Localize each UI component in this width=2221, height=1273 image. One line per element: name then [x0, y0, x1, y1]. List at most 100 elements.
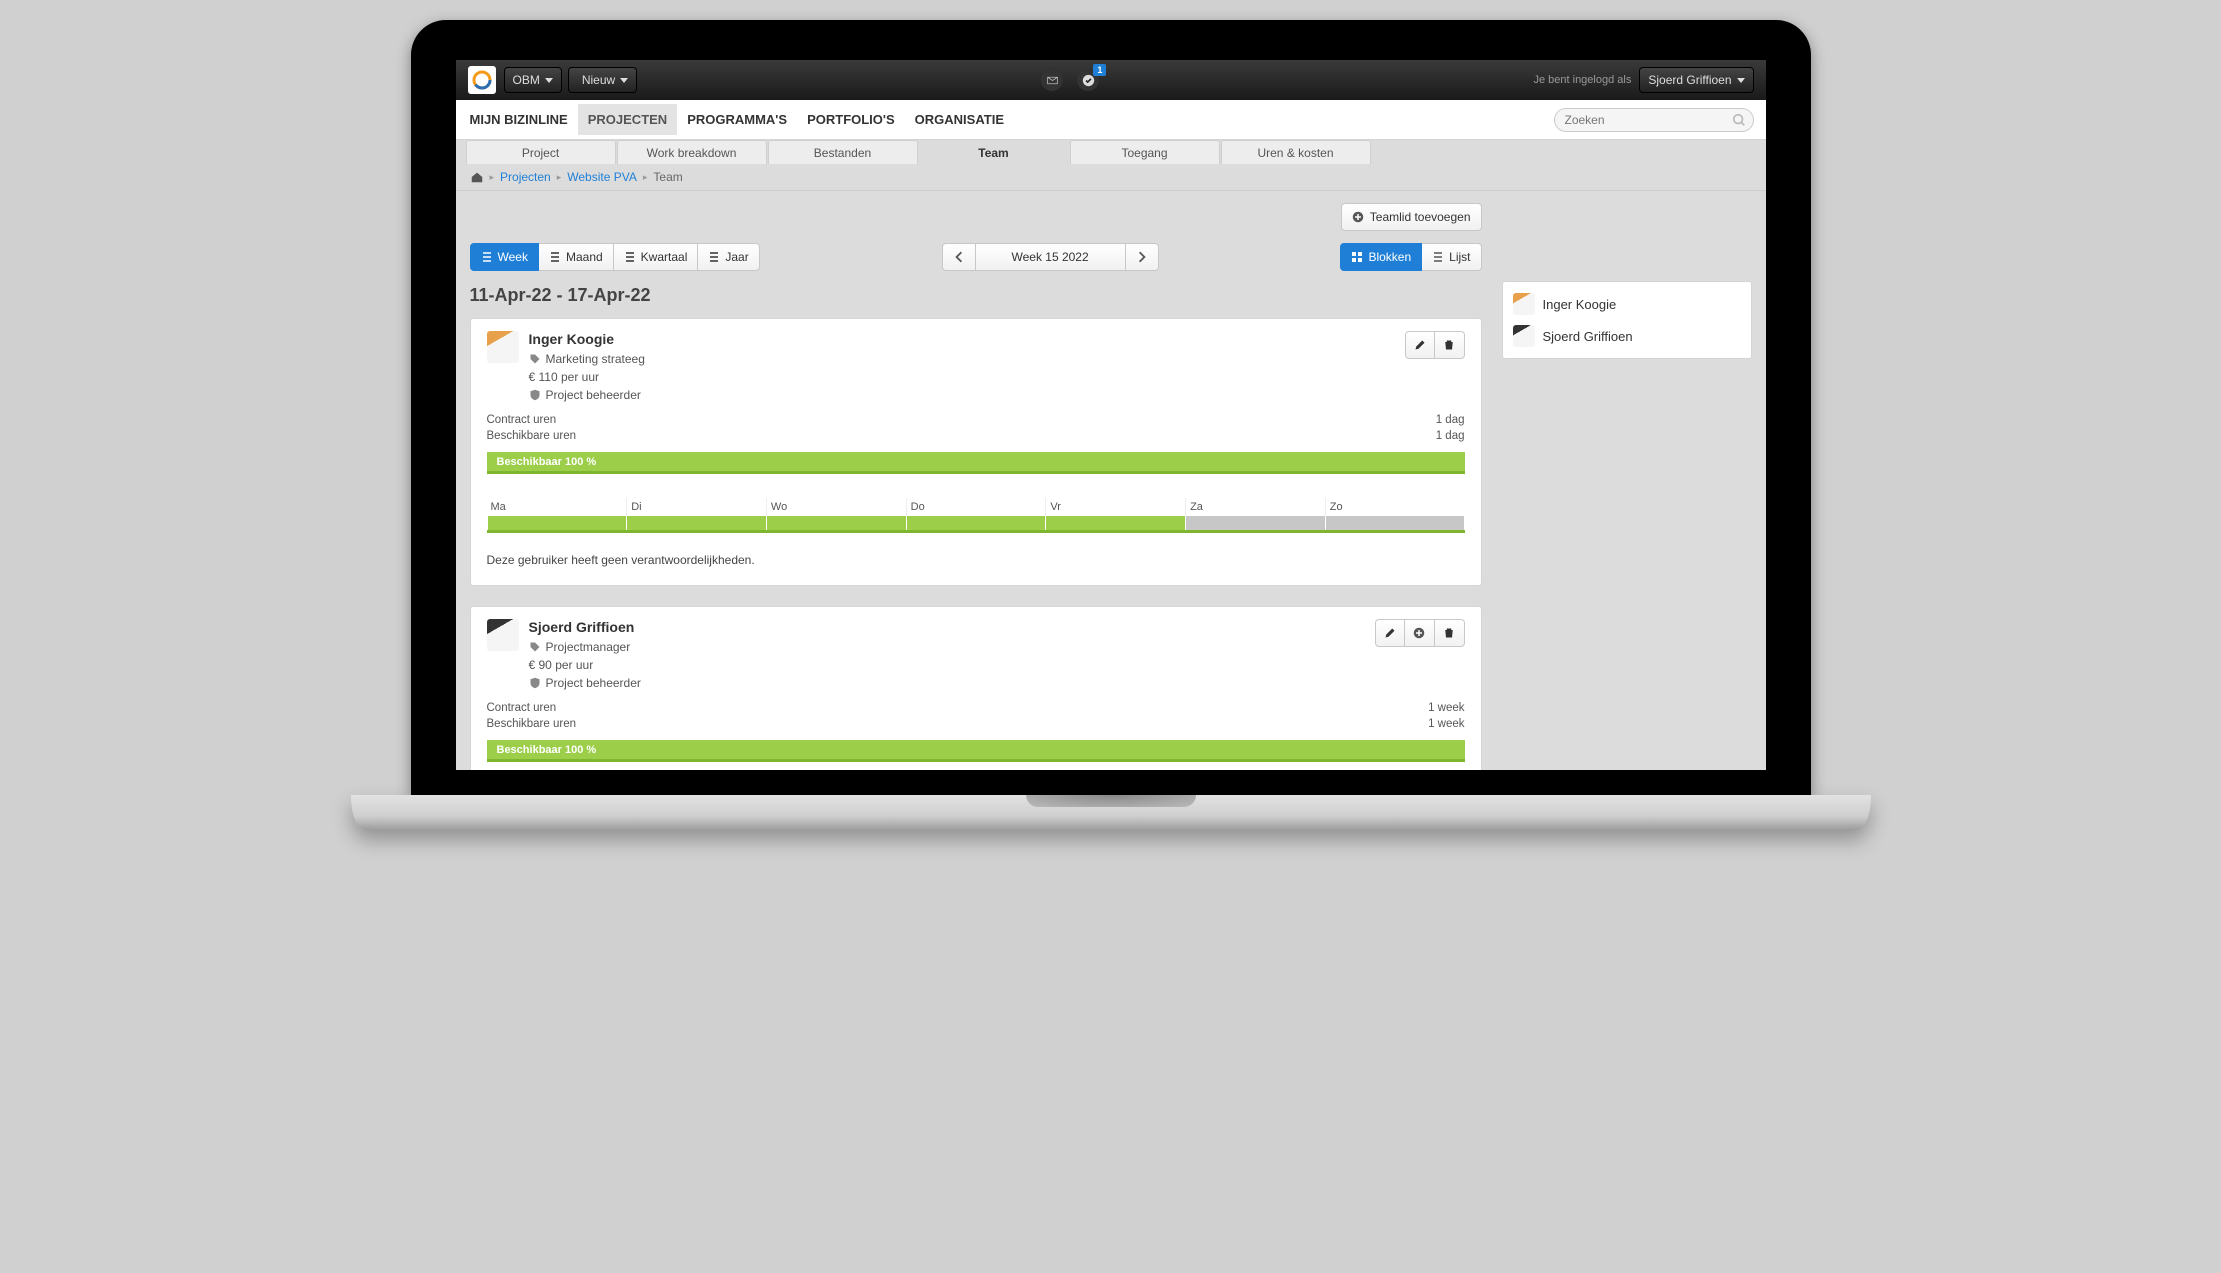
sub-tab[interactable]: Work breakdown	[617, 140, 767, 164]
breadcrumb-link[interactable]: Projecten	[500, 170, 551, 184]
kv-label: Beschikbare uren	[487, 430, 577, 442]
sub-tabs: ProjectWork breakdownBestandenTeamToegan…	[456, 140, 1766, 164]
user-menu[interactable]: Sjoerd Griffioen	[1639, 67, 1753, 93]
card-delete-button[interactable]	[1435, 619, 1465, 647]
member-name: Inger Koogie	[529, 331, 645, 347]
period-label[interactable]: Week 15 2022	[976, 243, 1126, 271]
list-icon	[481, 251, 493, 263]
weekday-availability	[487, 516, 1465, 533]
shield-icon	[529, 389, 541, 401]
view-list-button[interactable]: Lijst	[1422, 243, 1481, 271]
main-nav-item[interactable]: PROJECTEN	[578, 104, 677, 135]
breadcrumb-current: Team	[653, 170, 682, 184]
main-nav-item[interactable]: PROGRAMMA'S	[677, 104, 797, 135]
tasks-button[interactable]: 1	[1077, 69, 1099, 91]
member-badge: Project beheerder	[546, 674, 641, 692]
sub-tab[interactable]: Toegang	[1070, 140, 1220, 164]
side-member-item[interactable]: Inger Koogie	[1513, 288, 1741, 320]
tag-icon	[529, 641, 541, 653]
breadcrumb: ▸ Projecten ▸ Website PVA ▸ Team	[456, 164, 1766, 191]
weekday-header: MaDiWoDoVrZaZo	[487, 498, 1465, 516]
chevron-down-icon	[620, 78, 628, 83]
trash-icon	[1443, 339, 1455, 351]
kv-value: 1 dag	[1436, 414, 1465, 426]
breadcrumb-link[interactable]: Website PVA	[567, 170, 637, 184]
sub-tab[interactable]: Team	[919, 140, 1069, 164]
period-prev-button[interactable]	[942, 243, 976, 271]
pencil-icon	[1414, 339, 1426, 351]
view-toggle: Blokken Lijst	[1340, 243, 1481, 271]
avatar	[487, 331, 519, 363]
chevron-down-icon	[545, 78, 553, 83]
topbar: OBM Nieuw 1 Je bent ingelo	[456, 60, 1766, 100]
new-dropdown[interactable]: Nieuw	[568, 67, 637, 93]
availability-bar: Beschikbaar 100 %	[487, 452, 1465, 474]
avatar	[1513, 325, 1535, 347]
list-icon	[708, 251, 720, 263]
granularity-jaar[interactable]: Jaar	[698, 243, 759, 271]
avatar	[487, 619, 519, 651]
card-edit-button[interactable]	[1375, 619, 1405, 647]
kv-label: Contract uren	[487, 702, 557, 714]
chevron-left-icon	[953, 251, 965, 263]
member-name: Sjoerd Griffioen	[529, 619, 641, 635]
kv-label: Contract uren	[487, 414, 557, 426]
pencil-icon	[1384, 627, 1396, 639]
member-note: Deze gebruiker heeft geen verantwoordeli…	[487, 553, 1465, 567]
kv-value: 1 week	[1428, 702, 1464, 714]
shield-icon	[529, 677, 541, 689]
envelope-icon	[1046, 74, 1059, 87]
side-member-name: Sjoerd Griffioen	[1543, 329, 1633, 344]
member-card: Sjoerd Griffioen Projectmanager € 90 per…	[470, 606, 1482, 770]
sub-tab[interactable]: Bestanden	[768, 140, 918, 164]
sub-tab[interactable]: Uren & kosten	[1221, 140, 1371, 164]
member-card: Inger Koogie Marketing strateeg € 110 pe…	[470, 318, 1482, 586]
avatar	[1513, 293, 1535, 315]
granularity-maand[interactable]: Maand	[539, 243, 614, 271]
kv-value: 1 dag	[1436, 430, 1465, 442]
laptop-frame: OBM Nieuw 1 Je bent ingelo	[411, 20, 1811, 830]
availability-bar: Beschikbaar 100 %	[487, 740, 1465, 762]
list-icon	[549, 251, 561, 263]
member-role: Marketing strateeg	[546, 350, 645, 368]
card-delete-button[interactable]	[1435, 331, 1465, 359]
trash-icon	[1443, 627, 1455, 639]
search-input[interactable]	[1554, 108, 1754, 132]
period-navigator: Week 15 2022	[942, 243, 1159, 271]
add-member-button[interactable]: Teamlid toevoegen	[1341, 203, 1482, 231]
member-rate: € 110 per uur	[529, 368, 600, 386]
member-badge: Project beheerder	[546, 386, 641, 404]
granularity-kwartaal[interactable]: Kwartaal	[614, 243, 699, 271]
card-add-button[interactable]	[1405, 619, 1435, 647]
chevron-right-icon	[1136, 251, 1148, 263]
app-logo[interactable]	[468, 66, 496, 94]
member-side-list: Inger Koogie Sjoerd Griffioen	[1502, 281, 1752, 359]
main-nav-item[interactable]: ORGANISATIE	[905, 104, 1014, 135]
inbox-button[interactable]	[1041, 69, 1063, 91]
login-text: Je bent ingelogd als	[1533, 74, 1631, 86]
member-role: Projectmanager	[546, 638, 631, 656]
logo-icon	[472, 70, 492, 90]
granularity-toggle: WeekMaandKwartaalJaar	[470, 243, 760, 271]
kv-value: 1 week	[1428, 718, 1464, 730]
chevron-down-icon	[1737, 78, 1745, 83]
side-member-item[interactable]: Sjoerd Griffioen	[1513, 320, 1741, 352]
tag-icon	[529, 353, 541, 365]
workspace-dropdown[interactable]: OBM	[504, 67, 562, 93]
grid-icon	[1351, 251, 1363, 263]
home-icon[interactable]	[470, 170, 484, 184]
plus-circle-icon	[1413, 627, 1425, 639]
list-icon	[624, 251, 636, 263]
kv-label: Beschikbare uren	[487, 718, 577, 730]
sub-tab[interactable]: Project	[466, 140, 616, 164]
granularity-week[interactable]: Week	[470, 243, 539, 271]
main-nav-item[interactable]: PORTFOLIO'S	[797, 104, 905, 135]
notification-badge: 1	[1093, 64, 1106, 76]
search-icon	[1732, 113, 1746, 127]
main-nav: MIJN BIZINLINEPROJECTENPROGRAMMA'SPORTFO…	[456, 100, 1766, 140]
period-next-button[interactable]	[1126, 243, 1159, 271]
card-edit-button[interactable]	[1405, 331, 1435, 359]
side-member-name: Inger Koogie	[1543, 297, 1617, 312]
view-blocks-button[interactable]: Blokken	[1340, 243, 1422, 271]
main-nav-item[interactable]: MIJN BIZINLINE	[460, 104, 578, 135]
